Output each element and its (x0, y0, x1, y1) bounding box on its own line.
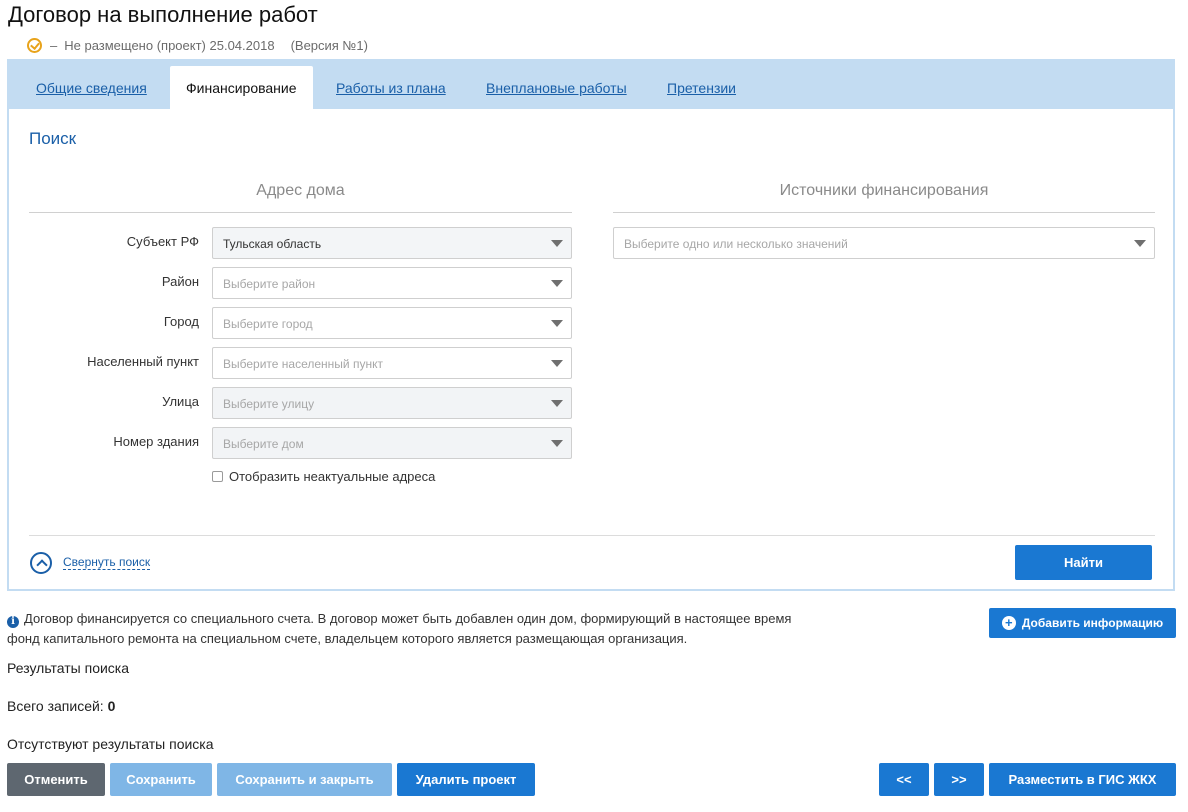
chevron-down-icon (1134, 240, 1146, 247)
status-check-icon (27, 38, 42, 53)
version-label: (Версия №1) (290, 38, 368, 53)
building-select[interactable]: Выберите дом (212, 427, 572, 459)
contract-panel: Общие сведения Финансирование Работы из … (7, 59, 1175, 591)
no-results-message: Отсутствуют результаты поиска (7, 736, 214, 752)
status-text: Не размещено (проект) 25.04.2018 (64, 38, 275, 53)
tabs-bar: Общие сведения Финансирование Работы из … (9, 61, 1173, 109)
address-section-divider (29, 212, 572, 213)
subject-select[interactable]: Тульская область (212, 227, 572, 259)
show-outdated-checkbox-row[interactable]: Отобразить неактуальные адреса (212, 469, 435, 484)
district-placeholder: Выберите район (223, 277, 316, 291)
tab-unplanned-works[interactable]: Внеплановые работы (486, 80, 627, 96)
show-outdated-checkbox[interactable] (212, 471, 223, 482)
plus-circle-icon: + (1001, 616, 1016, 630)
save-and-close-button[interactable]: Сохранить и закрыть (217, 763, 392, 796)
publish-button[interactable]: Разместить в ГИС ЖКХ (989, 763, 1176, 796)
city-select[interactable]: Выберите город (212, 307, 572, 339)
add-information-button[interactable]: + Добавить информацию (989, 608, 1176, 638)
street-placeholder: Выберите улицу (223, 397, 315, 411)
cancel-button[interactable]: Отменить (7, 763, 105, 796)
add-information-label: Добавить информацию (1021, 616, 1164, 630)
status-line: – Не размещено (проект) 25.04.2018 (Верс… (27, 38, 368, 53)
funding-section-title: Источники финансирования (779, 182, 989, 199)
total-records-label: Всего записей: (7, 698, 104, 714)
building-label: Номер здания (113, 434, 199, 449)
address-section-title: Адрес дома (256, 182, 345, 199)
info-icon: i (7, 616, 19, 628)
find-button[interactable]: Найти (1015, 545, 1152, 580)
tab-planned-works[interactable]: Работы из плана (336, 80, 446, 96)
building-placeholder: Выберите дом (223, 437, 304, 451)
chevron-down-icon (551, 320, 563, 327)
info-message: i Договор финансируется со специального с… (7, 609, 887, 649)
total-records: Всего записей: 0 (7, 698, 115, 714)
subject-label: Субъект РФ (126, 234, 199, 249)
info-text-line1: Договор финансируется со специального сч… (24, 611, 792, 626)
chevron-down-icon (551, 280, 563, 287)
show-outdated-label: Отобразить неактуальные адреса (229, 469, 436, 484)
search-bottom-divider (29, 535, 1155, 536)
settlement-select[interactable]: Выберите населенный пункт (212, 347, 572, 379)
settlement-placeholder: Выберите населенный пункт (223, 357, 383, 371)
chevron-down-icon (551, 440, 563, 447)
funding-placeholder: Выберите одно или несколько значений (624, 237, 848, 251)
city-placeholder: Выберите город (223, 317, 313, 331)
chevron-down-icon (551, 360, 563, 367)
city-label: Город (163, 314, 199, 329)
info-text-line2: фонд капитального ремонта на специальном… (7, 631, 688, 646)
funding-section-divider (613, 212, 1155, 213)
next-page-button[interactable]: >> (934, 763, 984, 796)
collapse-up-icon[interactable] (30, 552, 52, 574)
status-dash: – (50, 38, 58, 53)
chevron-down-icon (551, 240, 563, 247)
district-label: Район (161, 274, 199, 289)
street-select[interactable]: Выберите улицу (212, 387, 572, 419)
district-select[interactable]: Выберите район (212, 267, 572, 299)
tab-general-info[interactable]: Общие сведения (36, 80, 147, 96)
settlement-label: Населенный пункт (87, 354, 199, 369)
delete-project-button[interactable]: Удалить проект (397, 763, 535, 796)
search-title: Поиск (29, 129, 77, 148)
street-label: Улица (162, 394, 199, 409)
prev-page-button[interactable]: << (879, 763, 929, 796)
tab-claims[interactable]: Претензии (667, 80, 736, 96)
tab-financing[interactable]: Финансирование (170, 66, 313, 109)
collapse-search-link[interactable]: Свернуть поиск (63, 555, 151, 570)
chevron-down-icon (551, 400, 563, 407)
funding-select[interactable]: Выберите одно или несколько значений (613, 227, 1155, 259)
total-records-value: 0 (107, 698, 116, 714)
subject-value: Тульская область (223, 237, 322, 251)
save-button[interactable]: Сохранить (110, 763, 212, 796)
results-title: Результаты поиска (7, 660, 130, 676)
page-title: Договор на выполнение работ (8, 2, 318, 27)
